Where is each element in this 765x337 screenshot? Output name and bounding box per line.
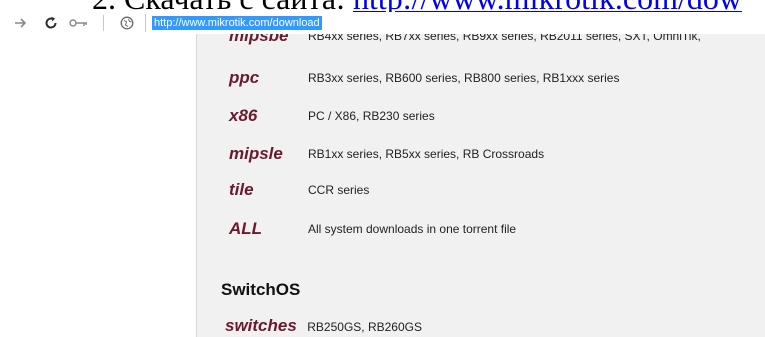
arch-link-ppc[interactable]: ppc — [229, 66, 259, 90]
page-viewport: mipsbe RB4xx series, RB7xx series, RB9xx… — [0, 34, 765, 337]
toolbar-separator — [103, 15, 104, 31]
arch-desc-ppc: RB3xx series, RB600 series, RB800 series… — [308, 71, 620, 85]
arch-link-x86[interactable]: x86 — [229, 104, 257, 128]
arch-row-mipsle: mipsle RB1xx series, RB5xx series, RB Cr… — [229, 142, 765, 166]
site-info-button[interactable] — [118, 14, 136, 32]
arch-desc-mipsle: RB1xx series, RB5xx series, RB Crossroad… — [308, 147, 545, 161]
address-url[interactable]: http://www.mikrotik.com/download — [152, 16, 322, 30]
switch-row: switches RB250GS, RB260GS — [225, 314, 422, 337]
arch-row-all: ALL All system downloads in one torrent … — [229, 217, 765, 241]
arch-link-tile[interactable]: tile — [229, 178, 254, 202]
arch-row-tile: tile CCR series — [229, 178, 765, 202]
arch-desc-mipsbe: RB4xx series, RB7xx series, RB9xx series… — [308, 34, 701, 43]
reload-button[interactable] — [42, 14, 60, 32]
page-left-margin — [0, 34, 197, 337]
switchos-title: SwitchOS — [221, 280, 301, 299]
forward-arrow-icon — [15, 18, 27, 28]
arch-row-ppc: ppc RB3xx series, RB600 series, RB800 se… — [229, 66, 765, 90]
switches-desc: RB250GS, RB260GS — [307, 320, 422, 334]
downloads-panel: mipsbe RB4xx series, RB7xx series, RB9xx… — [197, 34, 765, 337]
arch-desc-all: All system downloads in one torrent file — [308, 222, 517, 236]
switches-link[interactable]: switches — [225, 316, 297, 335]
arch-link-mipsle[interactable]: mipsle — [229, 142, 283, 166]
globe-icon — [120, 16, 134, 30]
arch-link-all[interactable]: ALL — [229, 217, 262, 241]
browser-toolbar: http://www.mikrotik.com/download — [0, 12, 765, 34]
forward-button[interactable] — [12, 14, 30, 32]
arch-row-mipsbe: mipsbe RB4xx series, RB7xx series, RB9xx… — [229, 34, 765, 48]
key-icon — [69, 19, 87, 27]
arch-desc-x86: PC / X86, RB230 series — [308, 109, 435, 123]
arch-desc-tile: CCR series — [308, 183, 370, 197]
keys-button[interactable] — [68, 14, 90, 32]
reload-icon — [45, 16, 57, 29]
arch-link-mipsbe[interactable]: mipsbe — [229, 34, 289, 48]
address-bar[interactable]: http://www.mikrotik.com/download — [145, 14, 765, 32]
arch-row-x86: x86 PC / X86, RB230 series — [229, 104, 765, 128]
